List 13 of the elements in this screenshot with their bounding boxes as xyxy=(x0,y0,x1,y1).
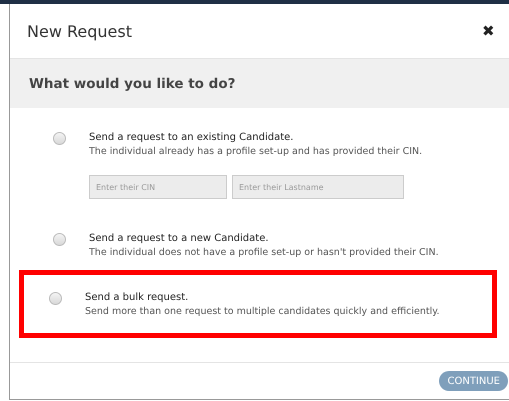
radio-button[interactable] xyxy=(53,132,66,145)
option-title: Send a request to a new Candidate. xyxy=(89,232,270,246)
radio-button[interactable] xyxy=(53,233,66,246)
prompt-text: What would you like to do? xyxy=(29,76,236,92)
option-description: The individual does not have a profile set-up or hasn't provided their CIN. xyxy=(89,246,439,260)
input-field[interactable]: Enter their Lastname xyxy=(232,175,404,199)
option-title: Send a request to an existing Candidate. xyxy=(89,131,294,145)
dialog-title: New Request xyxy=(27,22,132,40)
radio-button[interactable] xyxy=(49,292,62,305)
option-description: Send more than one request to multiple candidates quickly and efficiently. xyxy=(85,305,440,319)
option-description: The individual already has a profile set-up and has provided their CIN. xyxy=(89,145,422,159)
option-title: Send a bulk request. xyxy=(85,291,190,305)
input-field[interactable]: Enter their CIN xyxy=(89,175,227,199)
